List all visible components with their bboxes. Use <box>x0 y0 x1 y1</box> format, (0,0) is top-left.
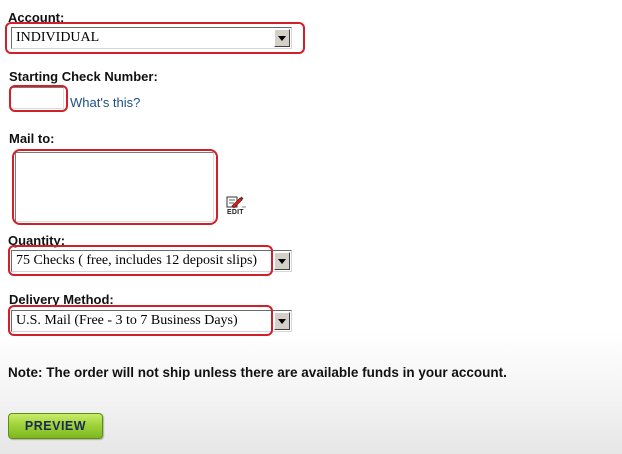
preview-button[interactable]: PREVIEW <box>8 413 103 439</box>
whats-this-link[interactable]: What's this? <box>70 95 140 110</box>
delivery-highlight <box>8 305 273 336</box>
account-highlight <box>5 22 305 54</box>
mail-to-label: Mail to: <box>9 131 55 146</box>
mail-to-highlight <box>12 149 218 225</box>
funds-note: Note: The order will not ship unless the… <box>8 365 507 380</box>
edit-label[interactable]: EDIT <box>227 209 244 216</box>
delivery-dropdown-arrow-icon[interactable] <box>274 312 290 330</box>
check-number-highlight <box>9 85 68 112</box>
quantity-highlight <box>8 245 273 276</box>
quantity-dropdown-arrow-icon[interactable] <box>274 252 290 270</box>
check-number-label: Starting Check Number: <box>9 69 158 84</box>
